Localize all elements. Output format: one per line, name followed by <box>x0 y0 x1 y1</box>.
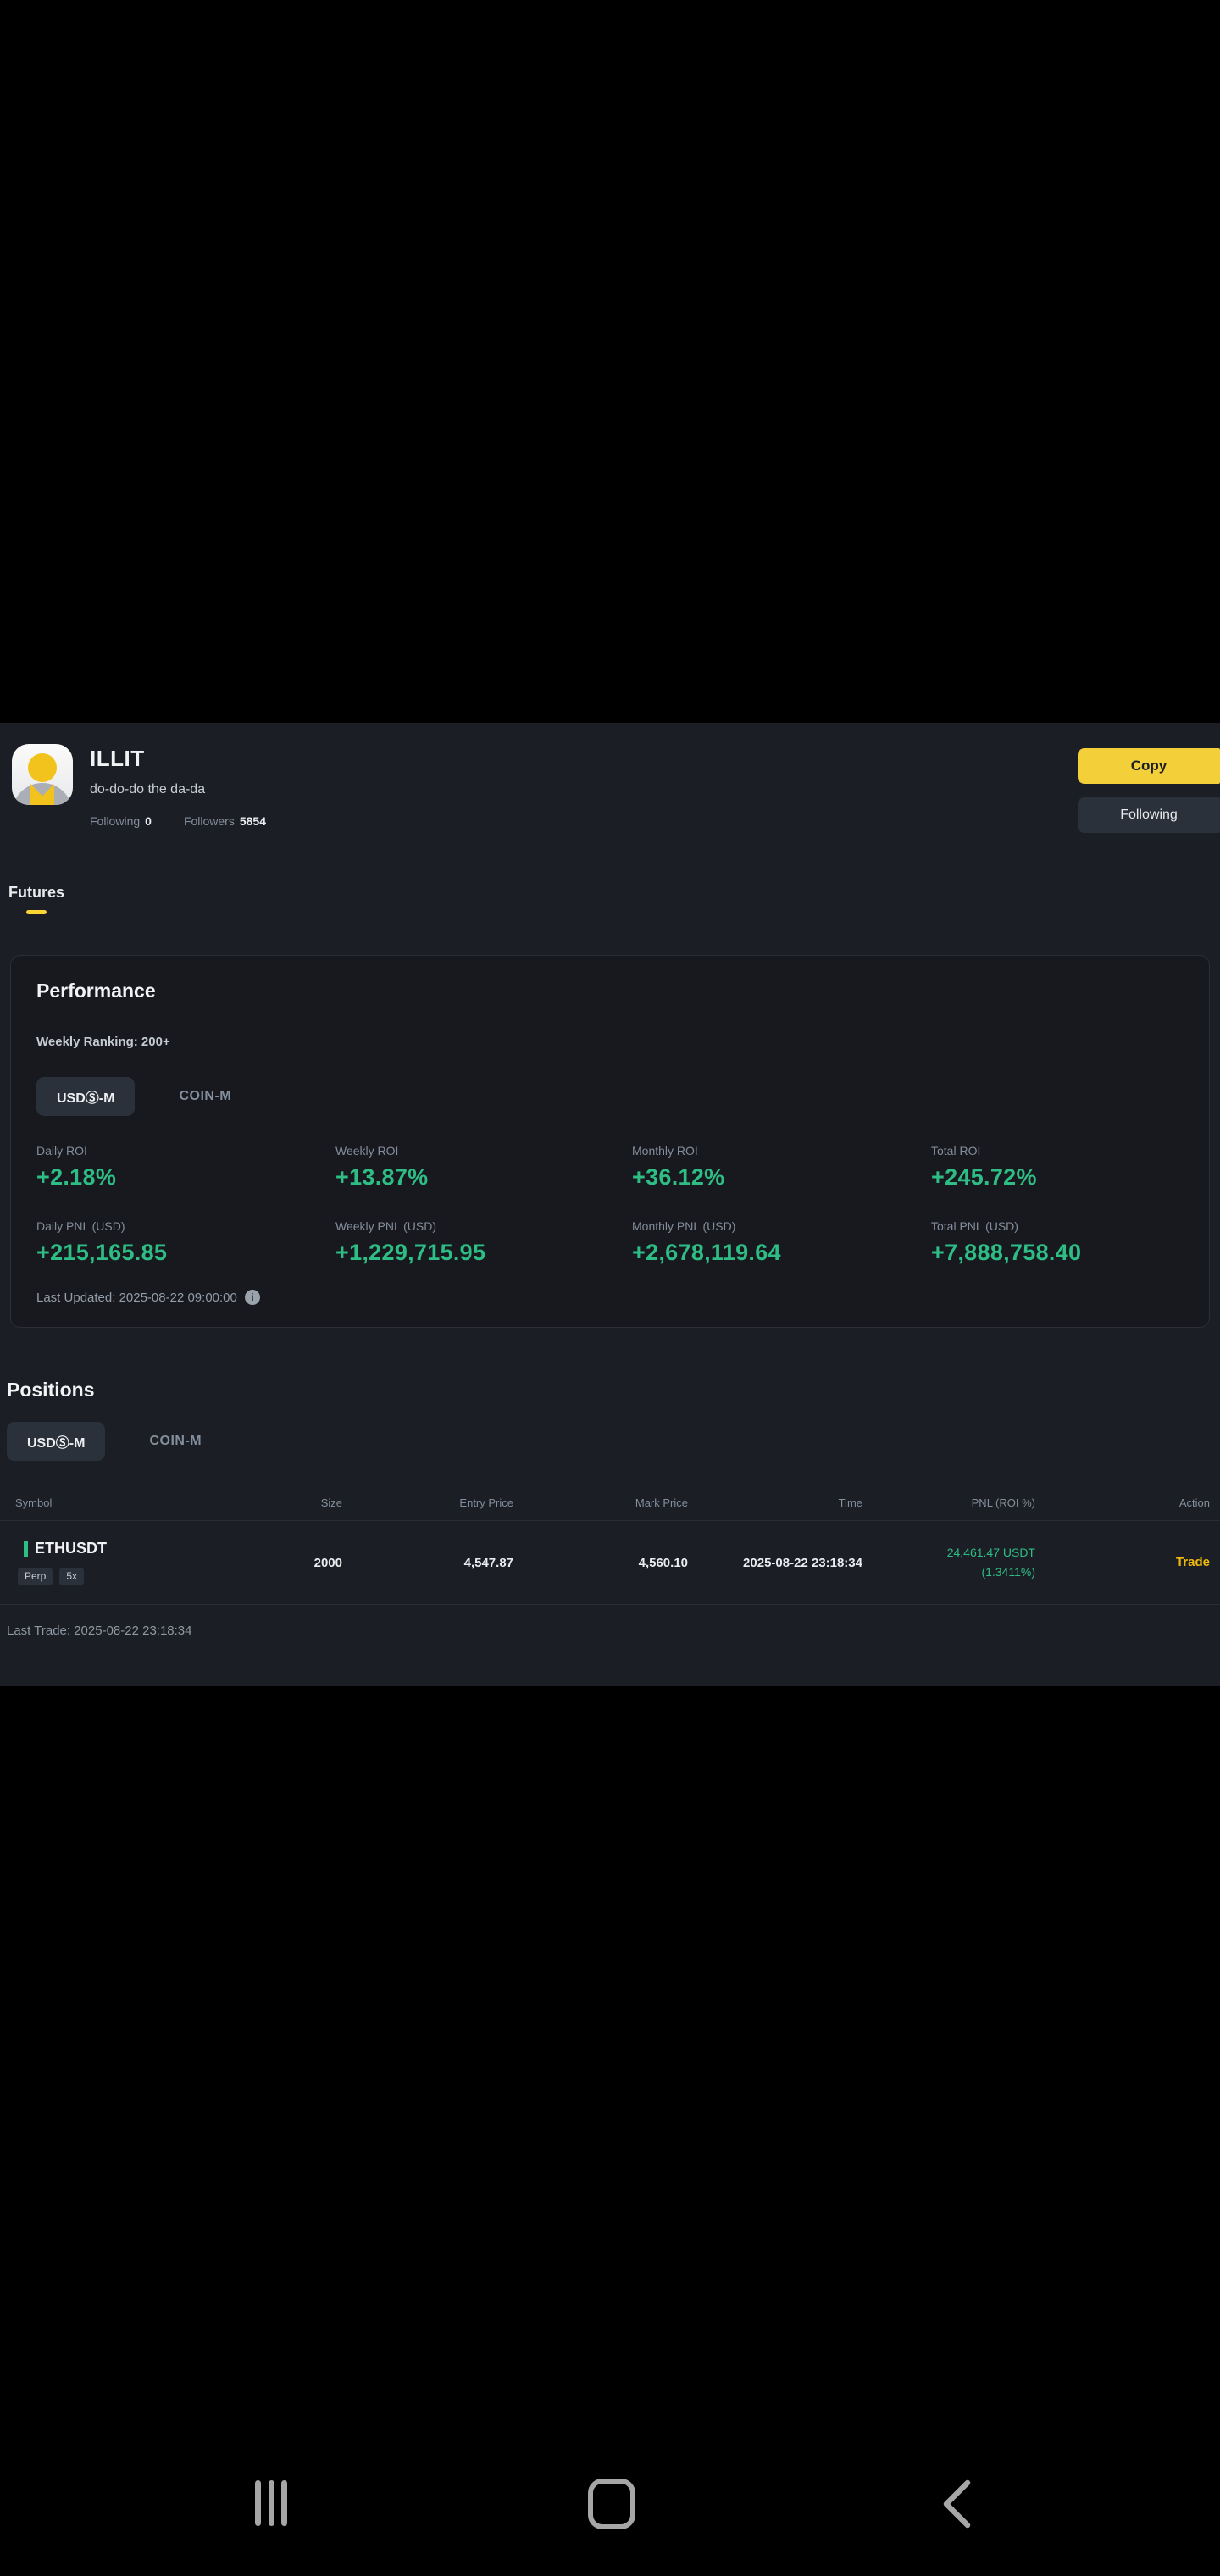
followers-label: Followers <box>183 814 235 828</box>
back-icon[interactable] <box>937 2479 974 2534</box>
metric-daily-roi: Daily ROI +2.18% <box>36 1144 336 1191</box>
trade-link[interactable]: Trade <box>1176 1555 1210 1569</box>
active-tab-indicator <box>26 910 47 914</box>
profile-header: ILLIT do-do-do the da-da Following 0 Fol… <box>0 723 1220 833</box>
performance-metrics: Daily ROI +2.18% Weekly ROI +13.87% Mont… <box>36 1144 1184 1266</box>
positions-tab-coin-m[interactable]: COIN-M <box>149 1434 202 1449</box>
positions-section: Positions USDⓈ-M COIN-M Symbol Size Entr… <box>0 1379 1220 1638</box>
metric-total-roi: Total ROI +245.72% <box>931 1144 1184 1191</box>
header-size: Size <box>320 1496 342 1509</box>
roi-value: (1.3411%) <box>981 1565 1035 1579</box>
metric-value: +245.72% <box>931 1164 1037 1190</box>
header-action: Action <box>1178 1496 1210 1509</box>
positions-tab-usd-m[interactable]: USDⓈ-M <box>7 1422 106 1461</box>
symbol-name: ETHUSDT <box>35 1540 107 1557</box>
android-navigation-bar <box>0 2449 1220 2576</box>
size-cell: 2000 <box>313 1555 342 1570</box>
profile-actions: Copy Following <box>1078 744 1220 833</box>
profile-stats: Following 0 Followers 5854 <box>90 814 266 828</box>
recents-icon[interactable] <box>255 2480 287 2526</box>
pnl-value: 24,461.47 USDT <box>946 1546 1035 1559</box>
metric-label: Weekly ROI <box>336 1144 399 1158</box>
profile-name: ILLIT <box>90 746 145 771</box>
page-tabs: Futures <box>0 884 1220 914</box>
performance-card: Performance Weekly Ranking: 200+ USDⓈ-M … <box>10 955 1210 1328</box>
metric-label: Monthly ROI <box>632 1144 698 1158</box>
action-cell: Trade <box>1035 1555 1210 1570</box>
positions-table: Symbol Size Entry Price Mark Price Time … <box>0 1485 1220 1605</box>
symbol-badges: Perp 5x <box>18 1568 173 1585</box>
performance-title: Performance <box>36 980 156 1002</box>
long-side-indicator <box>24 1540 28 1557</box>
performance-market-tabs: USDⓈ-M COIN-M <box>36 1077 1184 1116</box>
pnl-cell: 24,461.47 USDT (1.3411%) <box>862 1543 1035 1582</box>
metric-value: +215,165.85 <box>36 1240 168 1265</box>
header-pnl-roi: PNL (ROI %) <box>971 1496 1035 1509</box>
metric-label: Daily ROI <box>36 1144 87 1158</box>
person-head-shape <box>28 753 57 782</box>
copy-trading-profile-screen: ILLIT do-do-do the da-da Following 0 Fol… <box>0 723 1220 1686</box>
metric-value: +2.18% <box>36 1164 117 1190</box>
performance-tab-usd-m[interactable]: USDⓈ-M <box>36 1077 136 1116</box>
tab-futures-label: Futures <box>8 884 65 901</box>
followers-stat[interactable]: Followers 5854 <box>184 814 266 828</box>
time-cell: 2025-08-22 23:18:34 <box>743 1555 862 1570</box>
metric-label: Monthly PNL (USD) <box>632 1219 736 1233</box>
metric-label: Total ROI <box>931 1144 981 1158</box>
header-entry-price: Entry Price <box>459 1496 513 1509</box>
metric-value: +36.12% <box>632 1164 725 1190</box>
metric-label: Daily PNL (USD) <box>36 1219 125 1233</box>
info-icon[interactable]: i <box>244 1290 260 1305</box>
following-stat[interactable]: Following 0 <box>90 814 152 828</box>
metric-label: Weekly PNL (USD) <box>336 1219 437 1233</box>
table-row: ETHUSDT Perp 5x 2000 4,547.87 4,560.10 2… <box>0 1520 1220 1605</box>
perp-badge: Perp <box>18 1568 53 1585</box>
metric-weekly-roi: Weekly ROI +13.87% <box>336 1144 632 1191</box>
metric-weekly-pnl: Weekly PNL (USD) +1,229,715.95 <box>336 1219 632 1266</box>
leverage-badge: 5x <box>59 1568 85 1585</box>
header-time: Time <box>838 1496 862 1509</box>
mark-price-cell: 4,560.10 <box>638 1555 688 1570</box>
performance-tab-coin-m[interactable]: COIN-M <box>179 1089 231 1104</box>
tab-futures[interactable]: Futures <box>8 884 64 914</box>
followers-value: 5854 <box>239 814 266 828</box>
copy-button[interactable]: Copy <box>1078 748 1220 784</box>
metric-value: +13.87% <box>336 1164 429 1190</box>
last-updated-text: Last Updated: 2025-08-22 09:00:00 <box>36 1290 237 1305</box>
metric-value: +2,678,119.64 <box>632 1240 781 1265</box>
header-mark-price: Mark Price <box>635 1496 688 1509</box>
last-trade-text: Last Trade: 2025-08-22 23:18:34 <box>7 1624 192 1638</box>
following-label: Following <box>90 814 141 828</box>
weekly-ranking: Weekly Ranking: 200+ <box>36 1035 170 1049</box>
positions-title: Positions <box>7 1379 95 1401</box>
metric-total-pnl: Total PNL (USD) +7,888,758.40 <box>931 1219 1184 1266</box>
last-updated-row: Last Updated: 2025-08-22 09:00:00 i <box>36 1290 1184 1305</box>
following-button[interactable]: Following <box>1078 797 1220 833</box>
table-header-row: Symbol Size Entry Price Mark Price Time … <box>0 1485 1220 1520</box>
following-value: 0 <box>145 814 152 828</box>
avatar <box>12 744 73 805</box>
metric-label: Total PNL (USD) <box>931 1219 1018 1233</box>
profile-info: ILLIT do-do-do the da-da Following 0 Fol… <box>90 744 266 828</box>
metric-value: +1,229,715.95 <box>336 1240 486 1265</box>
positions-market-tabs: USDⓈ-M COIN-M <box>0 1422 1220 1461</box>
profile-bio: do-do-do the da-da <box>90 782 206 797</box>
header-symbol: Symbol <box>15 1496 53 1509</box>
entry-price-cell: 4,547.87 <box>463 1555 513 1570</box>
metric-monthly-pnl: Monthly PNL (USD) +2,678,119.64 <box>632 1219 931 1266</box>
metric-value: +7,888,758.40 <box>931 1240 1082 1265</box>
home-icon[interactable] <box>588 2479 635 2529</box>
metric-daily-pnl: Daily PNL (USD) +215,165.85 <box>36 1219 336 1266</box>
symbol-cell: ETHUSDT Perp 5x <box>15 1540 173 1585</box>
metric-monthly-roi: Monthly ROI +36.12% <box>632 1144 931 1191</box>
